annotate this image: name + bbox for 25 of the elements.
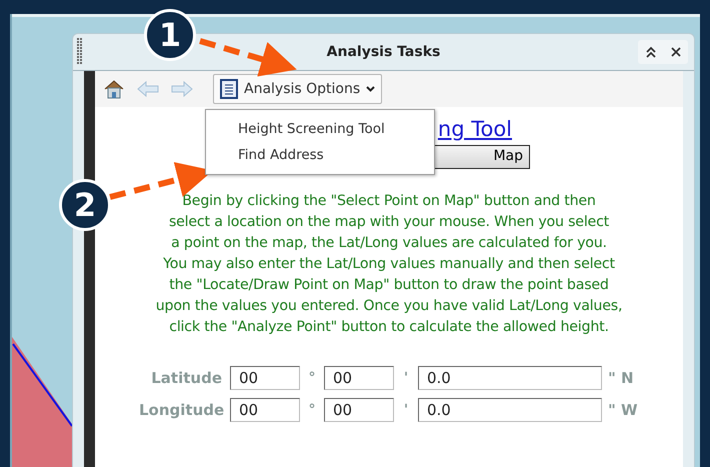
- seconds-field[interactable]: 0.0: [418, 398, 602, 422]
- seconds-field[interactable]: 0.0: [418, 366, 602, 390]
- chevron-down-icon: [366, 86, 376, 92]
- degrees-field[interactable]: 00: [230, 366, 300, 390]
- collapse-icon[interactable]: [645, 46, 657, 58]
- minutes-field[interactable]: 00: [324, 366, 394, 390]
- hemisphere-label: " W: [608, 401, 638, 419]
- menu-item[interactable]: Height Screening Tool: [206, 116, 434, 142]
- degree-mark: °: [308, 370, 316, 386]
- instructions-text: Begin by clicking the "Select Point on Map" button and then select a location on the map with your mouse. When you select a point on the map, the Lat/Long values are calculated for you. You may also enter the Lat/Long values manually and then select the "Locate/Draw Point on Map" button to draw the point based upon the values you entered. Once you have valid Lat/Long values, click the "Analyze Point" button to calculate the allowed height.: [154, 192, 624, 337]
- close-icon[interactable]: [671, 47, 681, 57]
- minute-mark: ': [402, 370, 410, 386]
- degrees-field[interactable]: 00: [230, 398, 300, 422]
- hemisphere-label: " N: [608, 369, 634, 387]
- minutes-field[interactable]: 00: [324, 398, 394, 422]
- home-icon[interactable]: [103, 78, 125, 100]
- field-label: Latitude: [150, 369, 222, 387]
- drag-handle-icon[interactable]: [77, 38, 83, 66]
- document-icon: [220, 79, 238, 99]
- field-label: Longitude: [139, 401, 222, 419]
- minute-mark: ': [402, 402, 410, 418]
- degree-mark: °: [308, 402, 316, 418]
- tool-heading-link[interactable]: ng Tool: [438, 117, 512, 141]
- analysis-options-dropdown[interactable]: Analysis Options: [213, 74, 382, 104]
- window-title: Analysis Tasks: [326, 44, 440, 60]
